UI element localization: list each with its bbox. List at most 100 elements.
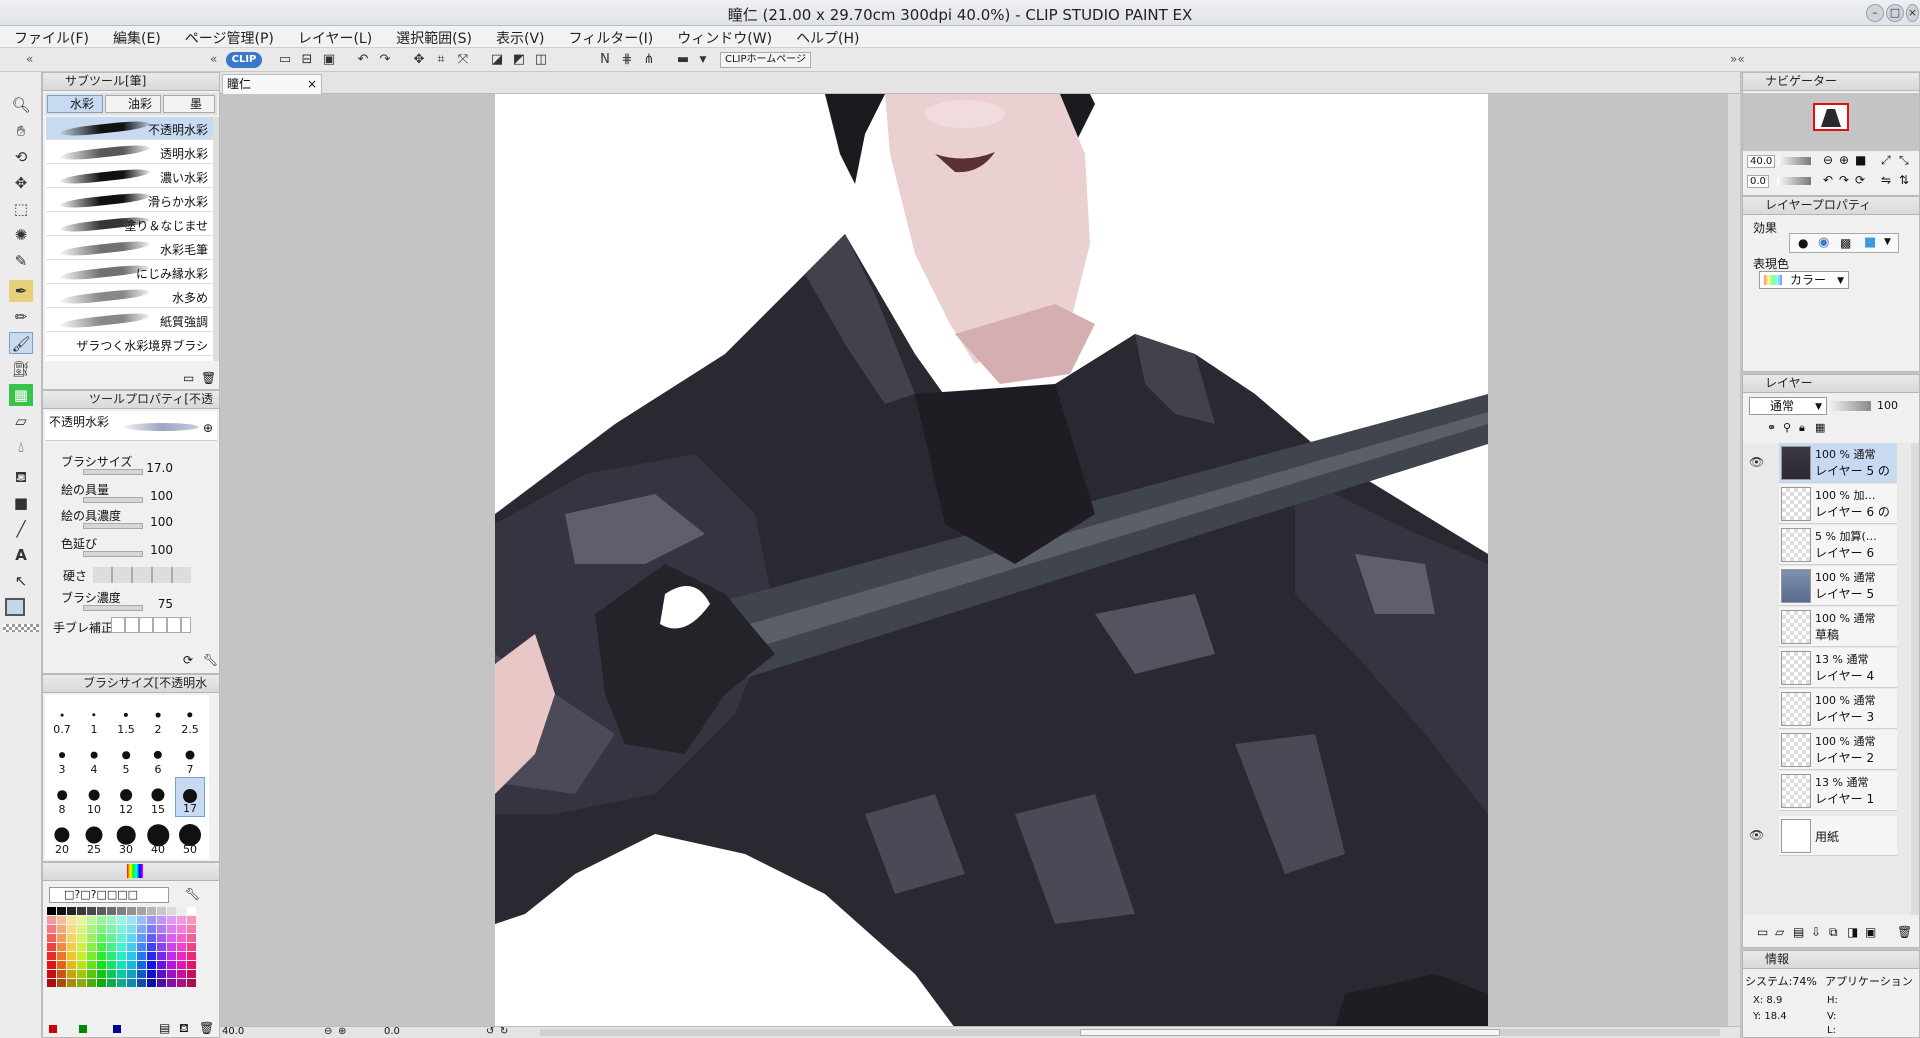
new-folder-icon[interactable]: ▤: [1793, 925, 1804, 939]
fill-icon[interactable]: ⛾: [9, 466, 33, 488]
paint-amount-slider[interactable]: [83, 497, 143, 503]
color-swatch[interactable]: [67, 952, 76, 960]
color-swatch[interactable]: [127, 952, 136, 960]
menu-edit[interactable]: 編集(E): [99, 26, 171, 48]
pencil-tool-icon[interactable]: ✏: [9, 306, 33, 328]
color-swatch[interactable]: [97, 952, 106, 960]
color-swatch[interactable]: [47, 961, 56, 969]
prop-value[interactable]: 17.0: [143, 461, 173, 475]
color-swatch[interactable]: [187, 925, 196, 933]
color-swatch[interactable]: [167, 916, 176, 924]
color-swatch[interactable]: [57, 952, 66, 960]
horizontal-scrollbar[interactable]: [540, 1029, 1720, 1036]
merge-down-icon[interactable]: ⇩: [1811, 925, 1821, 939]
vertical-scrollbar[interactable]: [1728, 94, 1740, 1028]
layer-row[interactable]: 5 % 加算(… レイヤー 6: [1779, 525, 1897, 565]
color-swatch[interactable]: [107, 961, 116, 969]
brush-item[interactable]: 滑らか水彩: [46, 189, 213, 212]
transparent-color-swatch[interactable]: [3, 624, 39, 632]
brush-item[interactable]: ザラつく水彩境界ブラシ: [46, 333, 213, 356]
color-swatch[interactable]: [157, 979, 166, 987]
artwork-canvas[interactable]: [495, 94, 1488, 1028]
layer-row[interactable]: 100 % 通常 レイヤー 3: [1779, 689, 1897, 729]
main-color-swatch[interactable]: [5, 598, 25, 616]
open-file-icon[interactable]: ⊟: [298, 51, 316, 69]
color-swatch[interactable]: [187, 952, 196, 960]
color-swatch[interactable]: [107, 907, 116, 915]
text-tool-icon[interactable]: A: [9, 544, 33, 566]
color-swatch-red[interactable]: [49, 1025, 57, 1033]
brush-size-option[interactable]: 7: [175, 737, 205, 777]
brush-size-option[interactable]: 15: [143, 777, 173, 817]
color-swatch[interactable]: [57, 916, 66, 924]
color-swatch[interactable]: [77, 943, 86, 951]
layer-row[interactable]: 100 % 通常 レイヤー 2: [1779, 730, 1897, 770]
mask-icon[interactable]: ◨: [1847, 925, 1858, 939]
color-swatch[interactable]: [187, 907, 196, 915]
copy-layer-icon[interactable]: ⧉: [1829, 925, 1838, 940]
color-swatch[interactable]: [167, 952, 176, 960]
color-swatch[interactable]: [157, 961, 166, 969]
color-swatch[interactable]: [127, 934, 136, 942]
color-swatch[interactable]: [167, 925, 176, 933]
zoom-icon[interactable]: ⊕: [203, 421, 213, 435]
tab-watercolor[interactable]: 水彩: [47, 95, 103, 113]
brush-size-option[interactable]: 12: [111, 777, 141, 817]
color-swatch[interactable]: [77, 979, 86, 987]
brush-item[interactable]: 塗り＆なじませ: [46, 213, 213, 236]
tone-effect-icon[interactable]: ◉: [1818, 235, 1829, 250]
screen-mode-icon[interactable]: ▬: [674, 51, 692, 69]
color-swatch[interactable]: [157, 925, 166, 933]
color-swatch-grid[interactable]: [47, 907, 203, 987]
color-swatch[interactable]: [157, 943, 166, 951]
document-tab[interactable]: 瞳仁 ×: [222, 74, 322, 94]
collapse-icon[interactable]: «: [210, 52, 217, 66]
color-swatch[interactable]: [157, 952, 166, 960]
angle-value[interactable]: 0.0: [384, 1026, 400, 1037]
color-swatch[interactable]: [147, 979, 156, 987]
layer-row[interactable]: 100 % 通常 レイヤー 5: [1779, 566, 1897, 606]
menu-filter[interactable]: フィルター(I): [555, 26, 664, 48]
opacity-value[interactable]: 100: [1877, 399, 1898, 412]
color-swatch[interactable]: [187, 934, 196, 942]
color-swatch[interactable]: [177, 916, 186, 924]
color-swatch[interactable]: [187, 979, 196, 987]
prop-value[interactable]: 75: [143, 597, 173, 611]
layer-row[interactable]: 13 % 通常 レイヤー 1: [1779, 771, 1897, 811]
rotate-view-icon[interactable]: ⟲: [9, 146, 33, 168]
color-swatch[interactable]: [77, 907, 86, 915]
color-swatch[interactable]: [57, 925, 66, 933]
layer-row[interactable]: 100 % 通常 草稿: [1779, 607, 1897, 647]
color-swatch[interactable]: [107, 943, 116, 951]
color-swatch[interactable]: [117, 916, 126, 924]
color-set-dropdown[interactable]: □?□?□□□□: [49, 887, 169, 903]
color-swatch[interactable]: [177, 970, 186, 978]
brush-size-option[interactable]: 2: [143, 697, 173, 737]
brush-item-selected[interactable]: 不透明水彩: [46, 117, 213, 140]
prop-value[interactable]: 100: [143, 543, 173, 557]
lock-icon[interactable]: 🔒︎: [1799, 421, 1805, 435]
color-swatch[interactable]: [117, 934, 126, 942]
color-swatch[interactable]: [87, 979, 96, 987]
color-swatch[interactable]: [47, 934, 56, 942]
color-swatch[interactable]: [157, 907, 166, 915]
clip-icon[interactable]: ⚭: [1767, 421, 1776, 434]
color-swatch[interactable]: [67, 970, 76, 978]
color-swatch[interactable]: [97, 970, 106, 978]
color-swatch[interactable]: [57, 907, 66, 915]
brush-item[interactable]: 透明水彩: [46, 141, 213, 164]
color-swatch[interactable]: [167, 934, 176, 942]
color-swatch[interactable]: [97, 979, 106, 987]
collapse-left-icon[interactable]: «: [26, 52, 33, 66]
color-swatch[interactable]: [187, 961, 196, 969]
color-swatch[interactable]: [127, 943, 136, 951]
new-raster-layer-icon[interactable]: ▭: [1757, 925, 1768, 939]
layer-row-paper[interactable]: 用紙: [1779, 816, 1897, 856]
brush-item[interactable]: にじみ縁水彩: [46, 261, 213, 284]
color-swatch[interactable]: [97, 934, 106, 942]
zoom-in-icon[interactable]: ⊕: [1839, 153, 1849, 167]
zoom-tool-icon[interactable]: 🔍︎: [9, 94, 33, 116]
color-swatch[interactable]: [67, 979, 76, 987]
tab-oil[interactable]: 油彩: [105, 95, 161, 113]
color-swatch[interactable]: [137, 907, 146, 915]
